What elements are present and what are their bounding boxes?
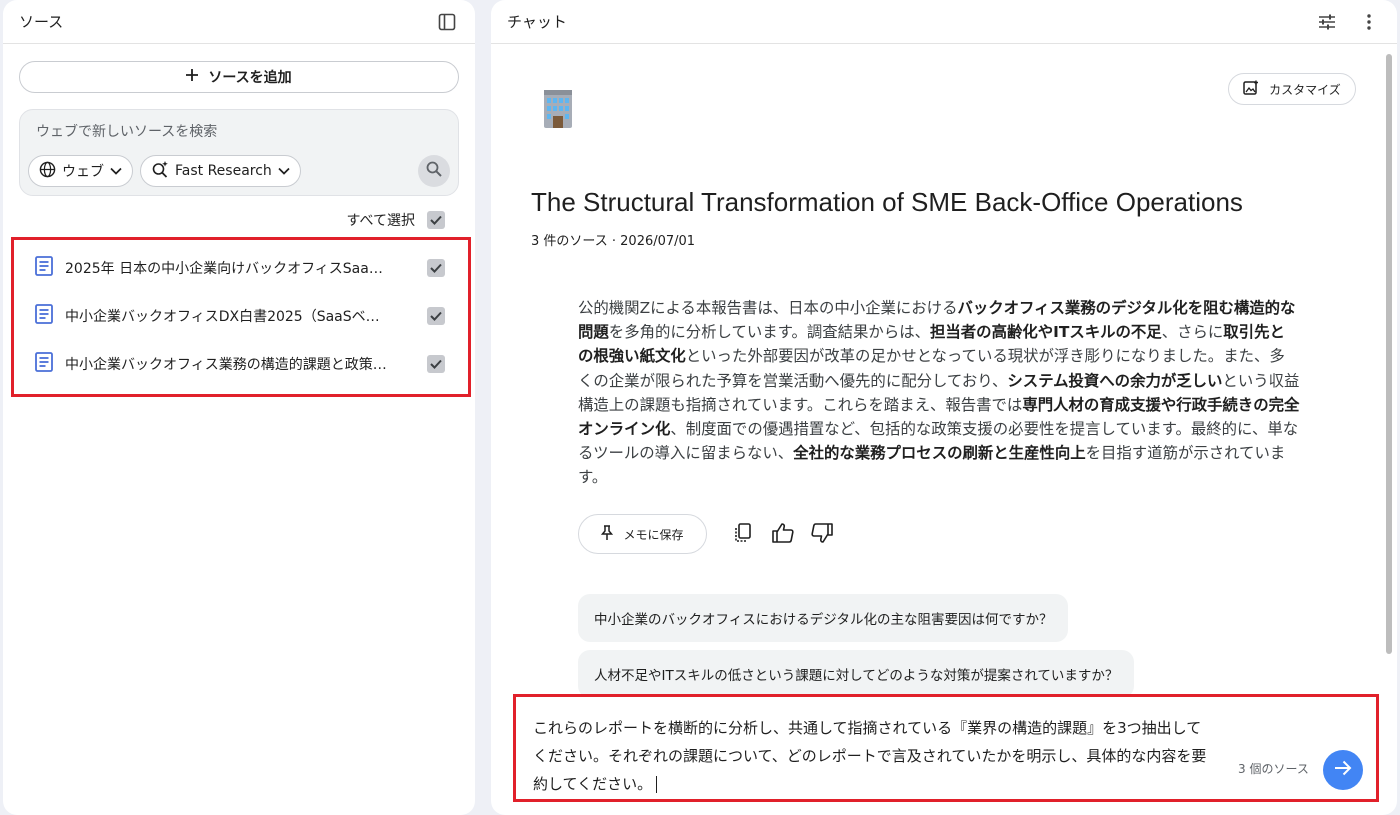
source-checkbox[interactable]	[427, 259, 445, 277]
chat-composer[interactable]: これらのレポートを横断的に分析し、共通して指摘されている『業界の構造的課題』を3…	[513, 694, 1379, 802]
chat-title: チャット	[507, 13, 567, 31]
chevron-down-icon	[110, 163, 122, 179]
select-all-checkbox[interactable]	[427, 211, 445, 229]
thumbs-up-icon[interactable]	[771, 521, 795, 545]
summary-text: を多角的に分析しています。調査結果からは、	[608, 323, 930, 342]
suggested-question[interactable]: 人材不足やITスキルの低さという課題に対してどのような対策が提案されていますか？	[578, 650, 1135, 698]
save-memo-label: メモに保存	[623, 527, 684, 542]
search-icon	[426, 161, 442, 181]
summary-bold-text: 全社的な業務プロセスの刷新と生産性向上	[793, 444, 1086, 463]
summary-bold-text: システム投資への余力が乏しい	[1007, 371, 1223, 390]
add-source-button[interactable]: ソースを追加	[19, 61, 459, 93]
report-meta: 3 件のソース · 2026/07/01	[531, 234, 696, 249]
sources-panel: ソース ソースを追加 ウェブ Fast Research	[3, 0, 475, 815]
sparkle-search-icon	[151, 160, 169, 182]
web-source-dropdown[interactable]: ウェブ	[28, 155, 133, 187]
select-all-label: すべて選択	[346, 213, 415, 229]
customize-button[interactable]: カスタマイズ	[1228, 73, 1356, 105]
add-source-label: ソースを追加	[208, 70, 292, 86]
document-icon	[35, 304, 53, 328]
sources-title: ソース	[19, 13, 64, 31]
summary-text: 公的機関Zによる本報告書は、日本の中小企業における	[578, 299, 958, 317]
source-checkbox[interactable]	[427, 355, 445, 373]
text-caret	[656, 776, 658, 793]
collapse-panel-icon[interactable]	[435, 10, 459, 34]
source-title: 2025年 日本の中小企業向けバックオフィスSaaS市場調査レポート	[65, 261, 391, 277]
tune-settings-icon[interactable]	[1315, 10, 1339, 34]
source-item[interactable]: 2025年 日本の中小企業向けバックオフィスSaaS市場調査レポート	[35, 253, 445, 283]
thumbs-down-icon[interactable]	[810, 521, 834, 545]
source-count: 3 個のソース	[1238, 762, 1309, 776]
customize-label: カスタマイズ	[1269, 82, 1341, 97]
suggested-question-text: 人材不足やITスキルの低さという課題に対してどのような対策が提案されていますか？	[594, 668, 1119, 684]
chat-input-text: これらのレポートを横断的に分析し、共通して指摘されている『業界の構造的課題』を3…	[533, 719, 1207, 793]
select-all-row[interactable]: すべて選択	[347, 210, 445, 230]
research-mode-dropdown[interactable]: Fast Research	[140, 155, 301, 187]
copy-icon[interactable]	[731, 521, 755, 545]
report-summary: 公的機関Zによる本報告書は、日本の中小企業におけるバックオフィス業務のデジタル化…	[578, 296, 1300, 490]
send-button[interactable]	[1323, 750, 1363, 790]
suggested-question-text: 中小企業のバックオフィスにおけるデジタル化の主な阻害要因は何ですか？	[594, 612, 1053, 628]
save-to-memo-button[interactable]: メモに保存	[578, 514, 707, 554]
scrollbar-thumb[interactable]	[1386, 54, 1392, 654]
chat-header: チャット	[491, 0, 1397, 44]
web-search-box: ウェブ Fast Research	[19, 109, 459, 196]
document-icon	[35, 352, 53, 376]
summary-text: 、さらに	[1161, 323, 1224, 342]
search-submit-button[interactable]	[418, 155, 450, 187]
chat-scrollbar[interactable]	[1381, 44, 1397, 815]
web-search-input[interactable]	[36, 124, 416, 140]
summary-bold-text: 担当者の高齢化やITスキルの不足	[930, 323, 1162, 342]
source-item[interactable]: 中小企業バックオフィスDX白書2025（SaaSベンダー協会）	[35, 301, 445, 331]
source-item[interactable]: 中小企業バックオフィス業務の構造的課題と政策提言	[35, 349, 445, 379]
sources-header: ソース	[3, 0, 475, 44]
source-title: 中小企業バックオフィスDX白書2025（SaaSベンダー協会）	[65, 309, 391, 325]
research-chip-label: Fast Research	[175, 163, 272, 179]
more-vert-icon[interactable]	[1357, 10, 1381, 34]
globe-icon	[39, 161, 56, 182]
web-chip-label: ウェブ	[62, 164, 104, 180]
chevron-down-icon	[278, 163, 290, 179]
suggested-question[interactable]: 中小企業のバックオフィスにおけるデジタル化の主な阻害要因は何ですか？	[578, 594, 1069, 642]
chat-input[interactable]: これらのレポートを横断的に分析し、共通して指摘されている『業界の構造的課題』を3…	[533, 714, 1213, 798]
source-title: 中小企業バックオフィス業務の構造的課題と政策提言	[65, 357, 391, 373]
chat-panel: チャット カスタマイズ The Structural Transformatio…	[491, 0, 1397, 815]
pin-icon	[601, 524, 614, 544]
arrow-right-icon	[1334, 760, 1352, 780]
document-icon	[35, 256, 53, 280]
image-edit-icon	[1243, 80, 1259, 99]
report-title: The Structural Transformation of SME Bac…	[531, 187, 1243, 217]
building-emoji-icon	[536, 86, 580, 134]
plus-icon	[186, 69, 199, 85]
source-checkbox[interactable]	[427, 307, 445, 325]
